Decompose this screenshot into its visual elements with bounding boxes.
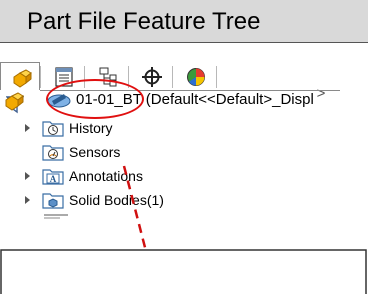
screenshot: Part File Feature Tree > 01-01_BT (Defau… [0, 0, 368, 294]
callout-box [0, 249, 367, 294]
